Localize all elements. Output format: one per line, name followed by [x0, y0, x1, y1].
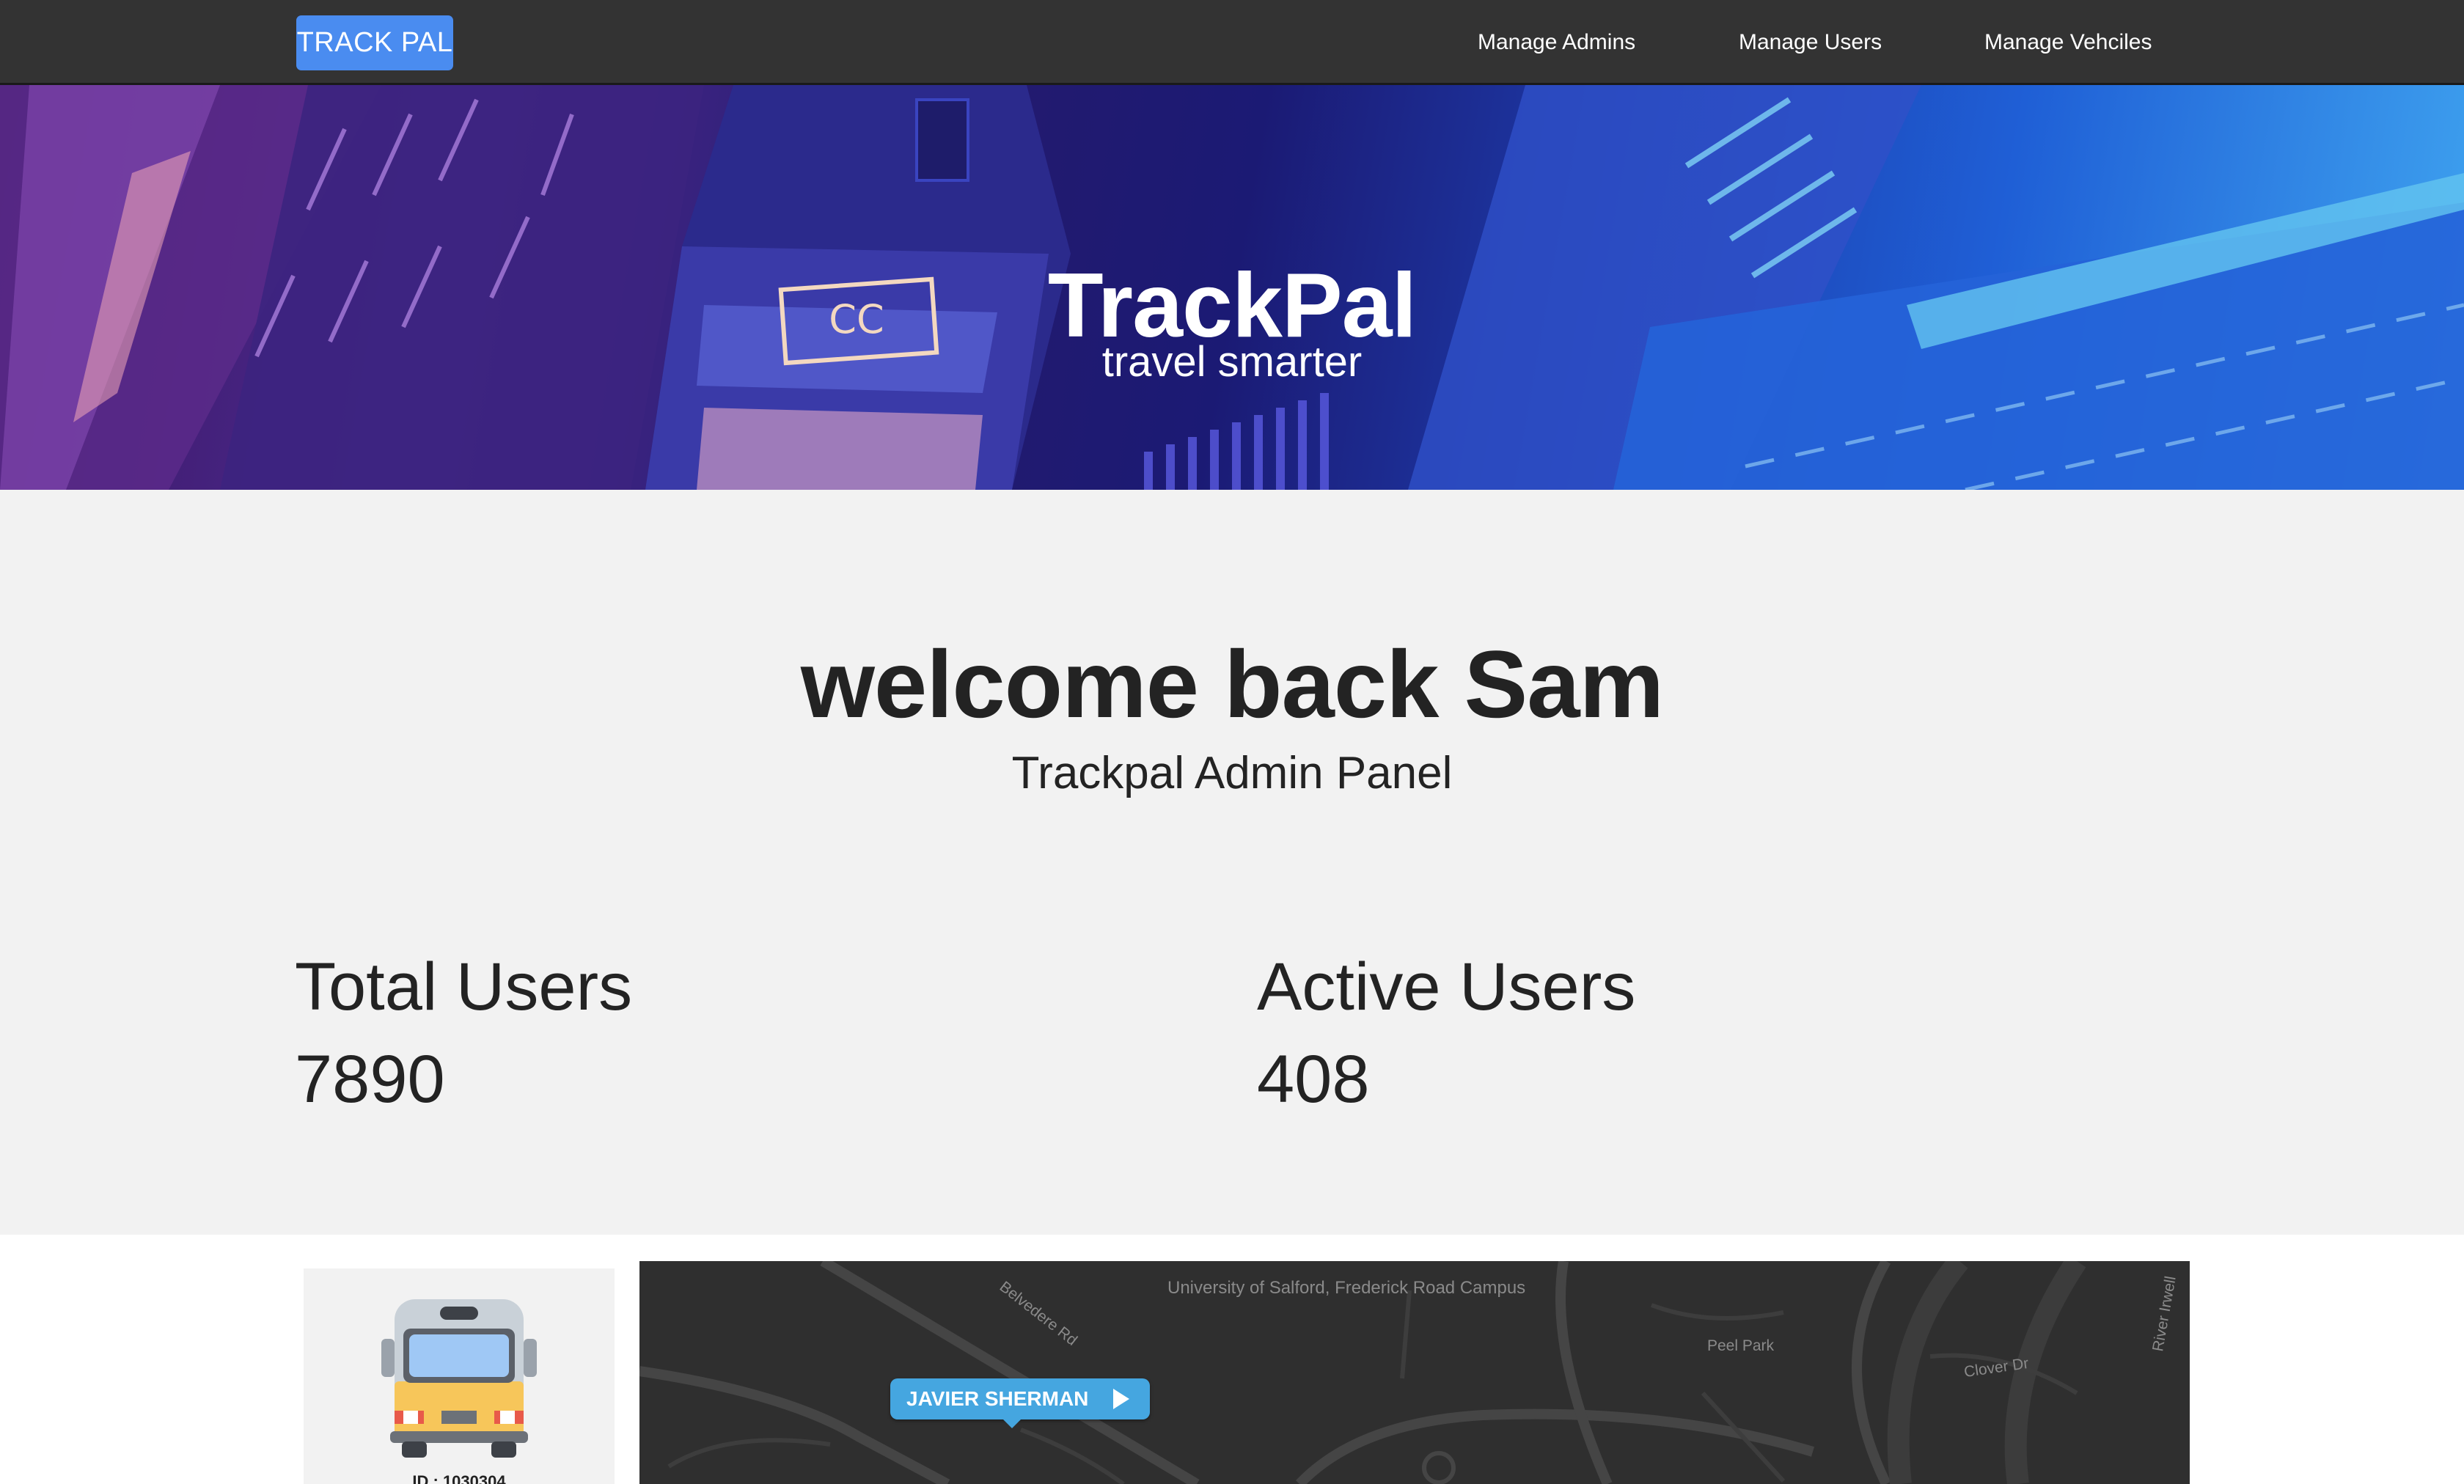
nav-manage-vehicles[interactable]: Manage Vehciles — [1984, 26, 2152, 59]
active-users-label: Active Users — [1257, 949, 1636, 1024]
active-users-value: 408 — [1257, 1042, 1370, 1117]
vehicle-id: ID : 1030304 — [412, 1472, 506, 1484]
bus-icon — [381, 1299, 537, 1458]
welcome-panel: welcome back Sam Trackpal Admin Panel To… — [0, 490, 2464, 1235]
map-label-campus: University of Salford, Frederick Road Ca… — [1167, 1278, 1526, 1298]
brand-button[interactable]: TRACK PAL — [296, 15, 453, 70]
nav-manage-admins[interactable]: Manage Admins — [1478, 26, 1635, 59]
marker-pointer-icon — [1003, 1419, 1021, 1428]
top-navbar: TRACK PAL Manage Admins Manage Users Man… — [0, 0, 2464, 85]
vehicle-card[interactable]: ID : 1030304 — [304, 1268, 615, 1484]
map-label-peel-park: Peel Park — [1707, 1337, 1775, 1354]
driver-marker[interactable]: JAVIER SHERMAN — [890, 1378, 1150, 1428]
play-arrow-icon — [1113, 1389, 1129, 1409]
hero-banner: CC TrackPal travel smarter — [0, 85, 2464, 490]
driver-marker-name: JAVIER SHERMAN — [906, 1387, 1089, 1410]
welcome-heading: welcome back Sam — [800, 631, 1664, 738]
nav-manage-users[interactable]: Manage Users — [1739, 26, 1882, 59]
total-users-value: 7890 — [295, 1042, 445, 1117]
hero-subtitle: travel smarter — [1101, 338, 1363, 386]
map-view[interactable]: University of Salford, Frederick Road Ca… — [639, 1261, 2190, 1484]
total-users-label: Total Users — [295, 949, 633, 1024]
panel-subtitle: Trackpal Admin Panel — [1011, 748, 1453, 798]
